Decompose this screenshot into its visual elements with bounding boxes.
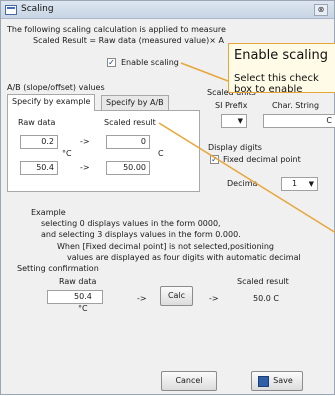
offscreen-callout-line xyxy=(158,122,335,234)
tooltip-callout-line xyxy=(180,62,229,82)
enable-scaling-tooltip: Enable scaling Select this check box to … xyxy=(228,43,335,93)
tooltip-title: Enable scaling xyxy=(234,48,329,63)
tab-specify-by-example[interactable]: Specify by example xyxy=(7,94,96,111)
scaling-dialog: Scaling ⊗ The following scaling calculat… xyxy=(0,0,335,395)
tooltip-description: Select this check box to enable scaling. xyxy=(234,73,319,93)
